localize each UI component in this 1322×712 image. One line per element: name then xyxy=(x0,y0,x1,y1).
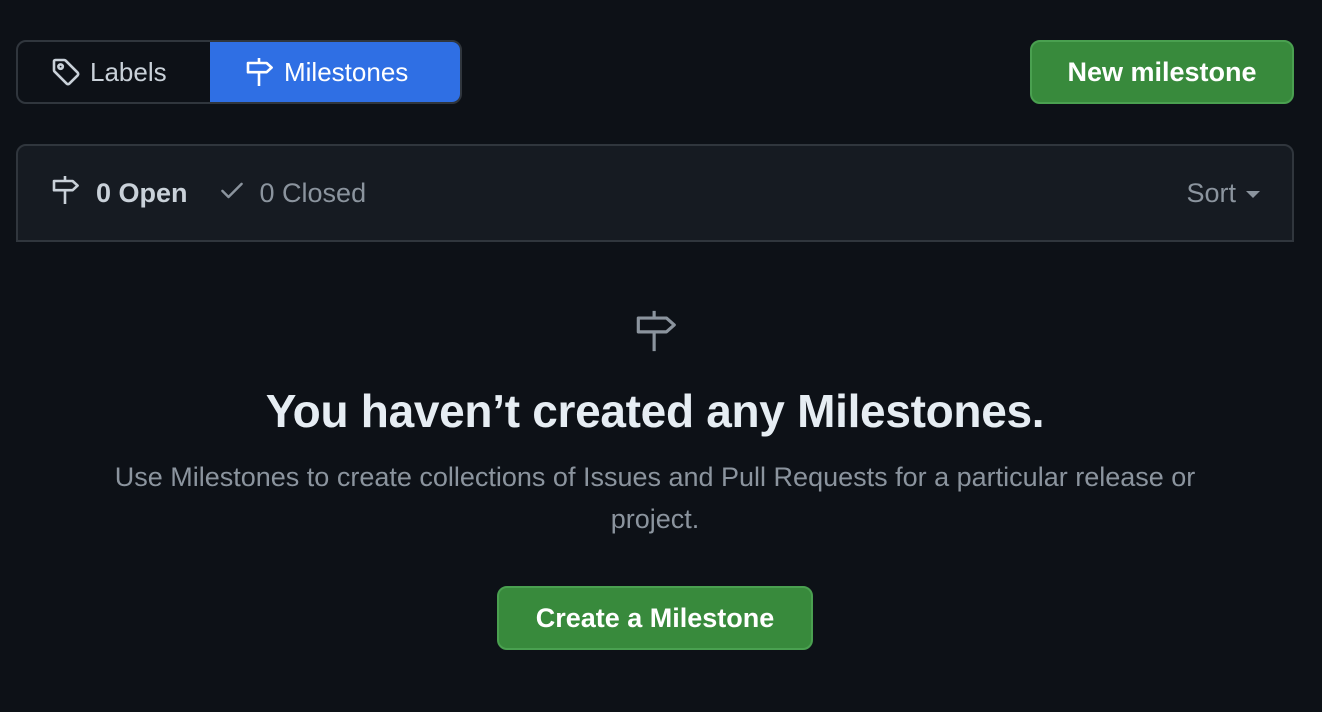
sort-label: Sort xyxy=(1186,177,1236,208)
open-count-label: 0 Open xyxy=(96,177,188,208)
tab-milestones-text: Milestones xyxy=(284,56,409,87)
blankslate: You haven’t created any Milestones. Use … xyxy=(16,242,1294,712)
check-icon xyxy=(218,176,246,211)
labels-milestones-toggle: Labels Milestones xyxy=(16,40,462,104)
milestones-filter-bar: 0 Open 0 Closed Sort xyxy=(16,144,1294,242)
milestone-icon xyxy=(50,174,82,213)
create-milestone-button[interactable]: Create a Milestone xyxy=(497,586,813,650)
caret-down-icon xyxy=(1246,191,1260,198)
closed-count-label: 0 Closed xyxy=(259,177,367,208)
open-milestones-filter[interactable]: 0 Open xyxy=(50,174,188,213)
tag-icon xyxy=(50,56,82,88)
tab-labels-text: Labels xyxy=(90,56,167,87)
subnav: Labels Milestones New milestone xyxy=(16,40,1294,104)
blankslate-description: Use Milestones to create collections of … xyxy=(114,462,1196,534)
tab-milestones[interactable]: Milestones xyxy=(210,42,460,102)
sort-dropdown[interactable]: Sort xyxy=(1186,178,1260,209)
tab-labels[interactable]: Labels xyxy=(18,42,210,102)
milestone-icon xyxy=(634,308,680,359)
new-milestone-button[interactable]: New milestone xyxy=(1030,40,1294,104)
blankslate-title: You haven’t created any Milestones. xyxy=(265,385,1045,437)
closed-milestones-filter[interactable]: 0 Closed xyxy=(218,176,367,211)
milestone-icon xyxy=(244,56,276,88)
